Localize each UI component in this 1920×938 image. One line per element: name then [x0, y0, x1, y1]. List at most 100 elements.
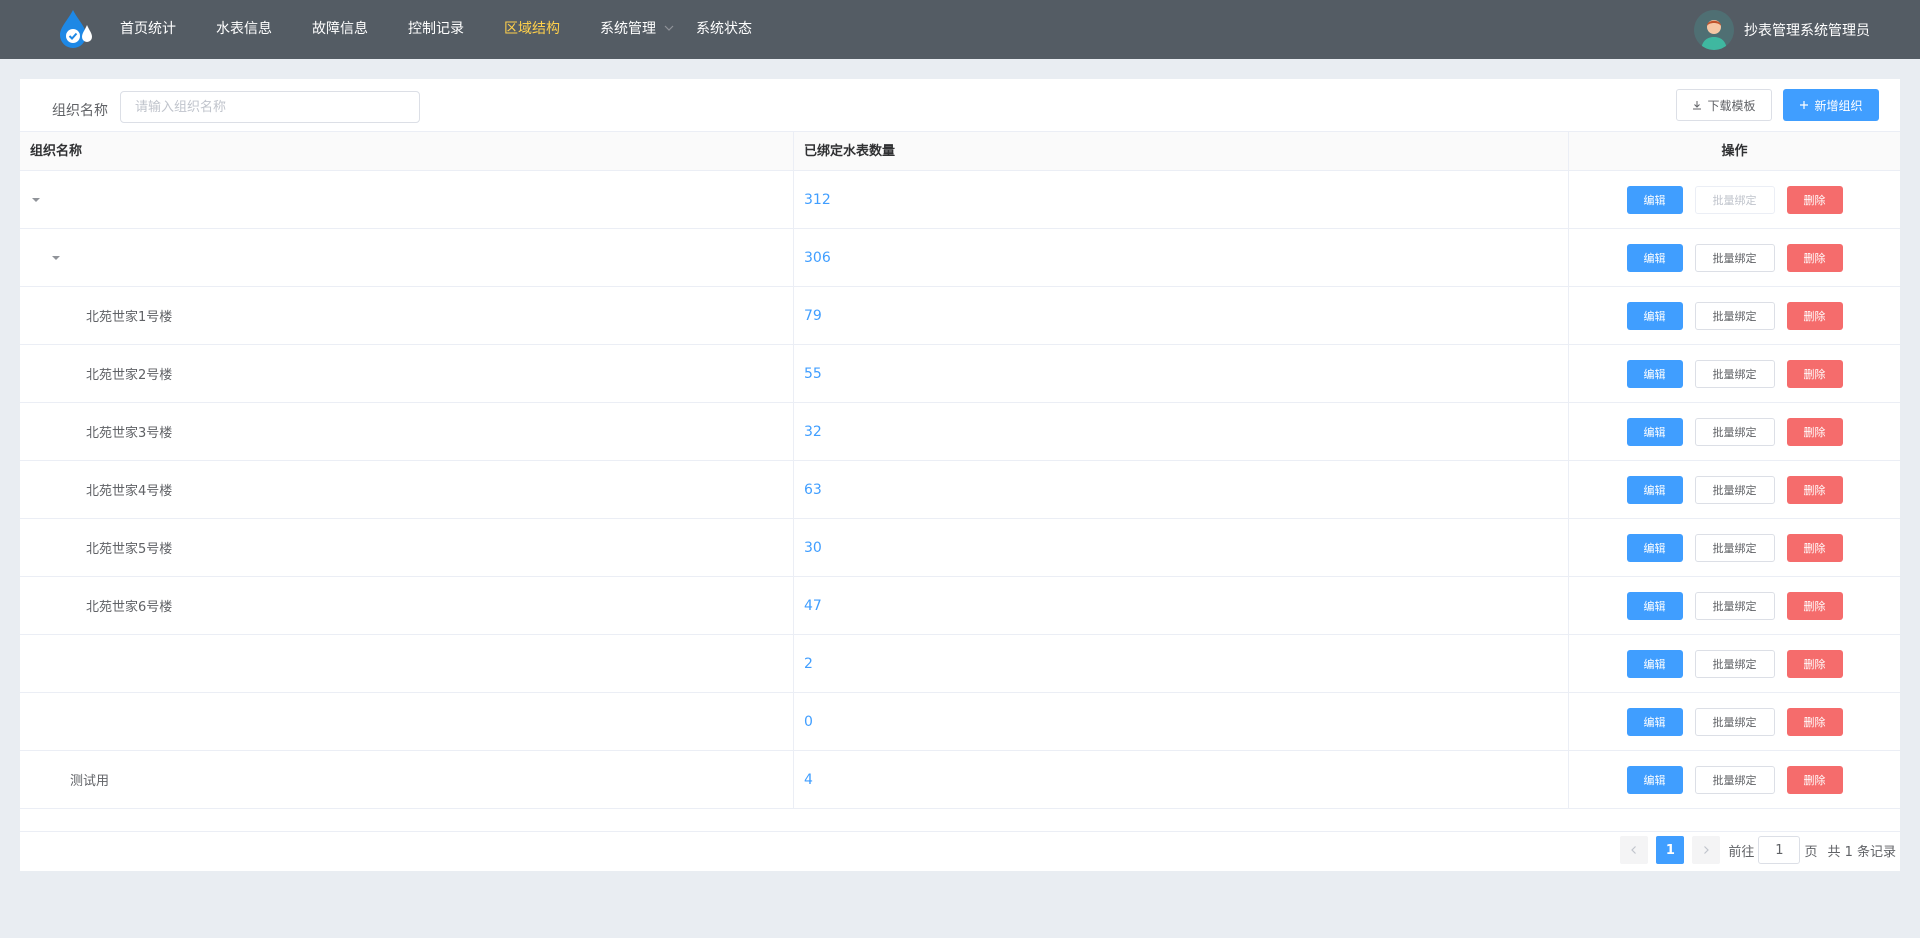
goto-page-input[interactable] [1758, 836, 1801, 864]
nav-item-region-structure[interactable]: 区域结构 [504, 0, 560, 59]
actions-cell: 编辑 批量绑定 删除 [1569, 287, 1900, 344]
actions-cell: 编辑 批量绑定 删除 [1569, 519, 1900, 576]
edit-button[interactable]: 编辑 [1626, 301, 1683, 330]
prev-page-button[interactable] [1620, 836, 1649, 864]
edit-button[interactable]: 编辑 [1626, 591, 1683, 620]
avatar[interactable] [1694, 10, 1734, 50]
actions-cell: 编辑 批量绑定 删除 [1569, 693, 1900, 750]
org-name-cell [20, 229, 794, 286]
nav-item-fault-info[interactable]: 故障信息 [312, 0, 368, 59]
bound-meter-count-cell[interactable]: 0 [794, 693, 1569, 750]
delete-button[interactable]: 删除 [1786, 591, 1843, 620]
bound-meter-count-cell[interactable]: 30 [794, 519, 1569, 576]
pagination: 1 前往 页 共 1 条记录 [1620, 836, 1896, 864]
edit-button[interactable]: 编辑 [1626, 649, 1683, 678]
delete-button[interactable]: 删除 [1786, 301, 1843, 330]
delete-button[interactable]: 删除 [1786, 707, 1843, 736]
tree-expand-caret-icon[interactable] [50, 252, 62, 264]
total-records: 共 1 条记录 [1827, 844, 1896, 860]
water-drop-logo-icon [56, 8, 94, 50]
table-row: 北苑世家2号楼 55 编辑 批量绑定 删除 [20, 345, 1900, 403]
edit-button[interactable]: 编辑 [1626, 765, 1683, 794]
page-suffix: 页 [1804, 844, 1818, 860]
bound-meter-count-cell[interactable]: 4 [794, 751, 1569, 808]
delete-button[interactable]: 删除 [1786, 475, 1843, 504]
nav-item-system-status[interactable]: 系统状态 [696, 0, 752, 59]
download-icon [1693, 101, 1702, 110]
search-label: 组织名称 [52, 103, 108, 119]
tree-expand-caret-icon[interactable] [30, 194, 42, 206]
chevron-down-icon[interactable] [663, 22, 675, 34]
org-name-text: 测试用 [70, 774, 110, 789]
batch-bind-button[interactable]: 批量绑定 [1694, 649, 1775, 678]
add-organization-button[interactable]: 新增组织 [1783, 89, 1879, 121]
org-name-cell [20, 693, 794, 750]
table-row: 北苑世家1号楼 79 编辑 批量绑定 删除 [20, 287, 1900, 345]
batch-bind-button[interactable]: 批量绑定 [1694, 707, 1775, 736]
bound-meter-count-cell[interactable]: 2 [794, 635, 1569, 692]
org-name-cell: 测试用 [20, 751, 794, 808]
page-number-button[interactable]: 1 [1656, 836, 1685, 864]
nav-item-control-records[interactable]: 控制记录 [408, 0, 464, 59]
batch-bind-button[interactable]: 批量绑定 [1694, 243, 1775, 272]
edit-button[interactable]: 编辑 [1626, 533, 1683, 562]
edit-button[interactable]: 编辑 [1626, 243, 1683, 272]
bound-meter-count-cell[interactable]: 55 [794, 345, 1569, 402]
nav-item-home-stats[interactable]: 首页统计 [120, 0, 176, 59]
edit-button[interactable]: 编辑 [1626, 475, 1683, 504]
bound-meter-count-cell[interactable]: 312 [794, 171, 1569, 228]
user-name[interactable]: 抄表管理系统管理员 [1744, 20, 1870, 40]
column-header-org-name: 组织名称 [20, 132, 794, 171]
delete-button[interactable]: 删除 [1786, 417, 1843, 446]
delete-button[interactable]: 删除 [1786, 649, 1843, 678]
actions-cell: 编辑 批量绑定 删除 [1569, 171, 1900, 228]
actions-cell: 编辑 批量绑定 删除 [1569, 751, 1900, 808]
delete-button[interactable]: 删除 [1786, 359, 1843, 388]
table-row: 测试用 4 编辑 批量绑定 删除 [20, 751, 1900, 809]
delete-button[interactable]: 删除 [1786, 243, 1843, 272]
delete-button[interactable]: 删除 [1786, 185, 1843, 214]
delete-button[interactable]: 删除 [1786, 765, 1843, 794]
edit-button[interactable]: 编辑 [1626, 359, 1683, 388]
batch-bind-button[interactable]: 批量绑定 [1694, 359, 1775, 388]
edit-button[interactable]: 编辑 [1626, 707, 1683, 736]
download-template-button[interactable]: 下载模板 [1676, 89, 1772, 121]
delete-button[interactable]: 删除 [1786, 533, 1843, 562]
actions-cell: 编辑 批量绑定 删除 [1569, 577, 1900, 634]
nav-item-system-management[interactable]: 系统管理 [600, 0, 656, 59]
org-name-cell: 北苑世家4号楼 [20, 461, 794, 518]
bound-meter-count-cell[interactable]: 32 [794, 403, 1569, 460]
org-name-search-input[interactable] [120, 91, 420, 123]
org-name-cell [20, 635, 794, 692]
batch-bind-button[interactable]: 批量绑定 [1694, 533, 1775, 562]
batch-bind-button[interactable]: 批量绑定 [1694, 417, 1775, 446]
chevron-left-icon [1631, 846, 1637, 854]
user-menu[interactable]: 抄表管理系统管理员 [1694, 9, 1870, 51]
edit-button[interactable]: 编辑 [1626, 185, 1683, 214]
bound-meter-count-cell[interactable]: 63 [794, 461, 1569, 518]
nav-item-meter-info[interactable]: 水表信息 [216, 0, 272, 59]
org-name-text: 北苑世家1号楼 [86, 310, 173, 325]
actions-cell: 编辑 批量绑定 删除 [1569, 229, 1900, 286]
org-name-cell: 北苑世家3号楼 [20, 403, 794, 460]
column-header-actions: 操作 [1721, 144, 1748, 159]
org-name-text: 北苑世家4号楼 [86, 484, 173, 499]
batch-bind-button[interactable]: 批量绑定 [1694, 301, 1775, 330]
org-name-text: 北苑世家5号楼 [86, 542, 173, 557]
bound-meter-count-cell[interactable]: 306 [794, 229, 1569, 286]
batch-bind-button[interactable]: 批量绑定 [1694, 475, 1775, 504]
actions-cell: 编辑 批量绑定 删除 [1569, 345, 1900, 402]
next-page-button[interactable] [1692, 836, 1721, 864]
bound-meter-count-cell[interactable]: 47 [794, 577, 1569, 634]
edit-button[interactable]: 编辑 [1626, 417, 1683, 446]
batch-bind-button: 批量绑定 [1694, 185, 1775, 214]
org-name-text: 北苑世家2号楼 [86, 368, 173, 383]
goto-label: 前往 [1728, 844, 1755, 860]
table-row: 312 编辑 批量绑定 删除 [20, 171, 1900, 229]
batch-bind-button[interactable]: 批量绑定 [1694, 765, 1775, 794]
table-row: 北苑世家4号楼 63 编辑 批量绑定 删除 [20, 461, 1900, 519]
batch-bind-button[interactable]: 批量绑定 [1694, 591, 1775, 620]
org-name-cell: 北苑世家5号楼 [20, 519, 794, 576]
actions-cell: 编辑 批量绑定 删除 [1569, 403, 1900, 460]
bound-meter-count-cell[interactable]: 79 [794, 287, 1569, 344]
